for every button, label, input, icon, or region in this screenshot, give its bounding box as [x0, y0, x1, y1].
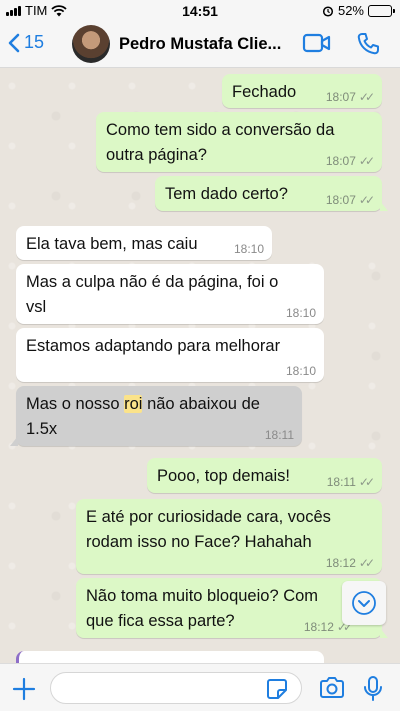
message-text-line: Não toma muito bloqueio? Com: [86, 587, 319, 605]
message-bubble-outgoing[interactable]: Pooo, top demais! 18:11 ✓✓: [147, 458, 382, 493]
message-time: 18:12: [303, 620, 334, 634]
message-time: 18:07: [325, 154, 356, 168]
message-text-line: Mas a culpa não é da página, foi o: [26, 273, 279, 291]
scroll-to-bottom-button[interactable]: [342, 581, 386, 625]
message-text: Pooo, top demais!: [157, 467, 290, 485]
video-camera-icon[interactable]: [302, 32, 332, 54]
message-text: Tem dado certo?: [165, 185, 288, 203]
message-bubble-outgoing[interactable]: Fechado 18:07 ✓✓: [222, 74, 382, 108]
input-bar: [0, 663, 400, 711]
message-bubble-incoming[interactable]: Ela tava bem, mas caiu 18:10: [16, 226, 272, 260]
avatar[interactable]: [72, 25, 110, 63]
unread-count: 15: [24, 32, 45, 52]
message-time: 18:12: [325, 556, 356, 570]
message-bubble-incoming-selected[interactable]: Mas o nosso roi não abaixou de 1.5x 18:1…: [10, 386, 302, 446]
sticker-icon[interactable]: [266, 678, 288, 700]
chat-header: 15 Pedro Mustafa Clie...: [0, 22, 400, 68]
message-bubble-outgoing[interactable]: Como tem sido a conversão da outra págin…: [96, 112, 382, 172]
read-ticks-icon: ✓✓: [358, 193, 375, 207]
message-bubble-outgoing[interactable]: E até por curiosidade cara, vocês rodam …: [76, 499, 382, 574]
search-highlight: roi: [124, 395, 143, 413]
message-bubble-incoming[interactable]: Mas a culpa não é da página, foi o vsl 1…: [16, 264, 324, 324]
message-time: 18:07: [325, 193, 356, 207]
read-ticks-icon: ✓✓: [358, 90, 375, 104]
message-bubble-outgoing[interactable]: Tem dado certo? 18:07 ✓✓: [155, 176, 388, 211]
alarm-icon: [322, 5, 334, 17]
chevron-left-icon: [8, 33, 20, 52]
message-time: 18:11: [264, 428, 294, 442]
message-text-line: vsl: [26, 298, 47, 316]
message-time: 18:07: [325, 90, 356, 104]
message-list[interactable]: Fechado 18:07 ✓✓ Como tem sido a conversã…: [0, 68, 400, 663]
read-ticks-icon: ✓✓: [358, 154, 375, 168]
message-time: 18:10: [285, 306, 316, 320]
message-time: 18:11: [326, 475, 356, 489]
message-text: Ela tava bem, mas caiu: [26, 235, 198, 253]
message-bubble-incoming[interactable]: Estamos adaptando para melhorar 18:10: [16, 328, 324, 382]
next-message-peek: [16, 651, 324, 663]
message-text-part: não abaixou de: [142, 395, 260, 413]
message-input[interactable]: [50, 672, 302, 704]
message-bubble-outgoing[interactable]: Não toma muito bloqueio? Com que fica es…: [76, 578, 388, 638]
read-ticks-icon: ✓✓: [358, 556, 375, 570]
back-button[interactable]: 15: [8, 32, 44, 53]
battery-icon: [368, 4, 395, 17]
message-text: Estamos adaptando para melhorar: [26, 337, 281, 355]
message-time: 18:10: [285, 364, 316, 378]
camera-icon[interactable]: [318, 676, 346, 700]
message-time: 18:10: [233, 242, 264, 256]
plus-icon[interactable]: [12, 677, 36, 701]
chevron-down-icon: [352, 591, 376, 615]
microphone-icon[interactable]: [363, 676, 383, 702]
battery-percent: 52%: [337, 3, 364, 18]
message-text-line: Como tem sido a conversão da: [106, 121, 335, 139]
status-bar: TIM 14:51 52%: [0, 0, 400, 22]
message-text: Fechado: [232, 83, 297, 101]
message-text-line: rodam isso no Face? Hahahah: [86, 533, 312, 551]
contact-name[interactable]: Pedro Mustafa Clie...: [119, 35, 294, 54]
read-ticks-icon: ✓✓: [358, 475, 375, 489]
message-text-line: E até por curiosidade cara, vocês: [86, 508, 331, 526]
message-text-line: 1.5x: [26, 420, 58, 438]
message-text-part: Mas o nosso: [26, 395, 125, 413]
phone-icon[interactable]: [356, 32, 380, 56]
